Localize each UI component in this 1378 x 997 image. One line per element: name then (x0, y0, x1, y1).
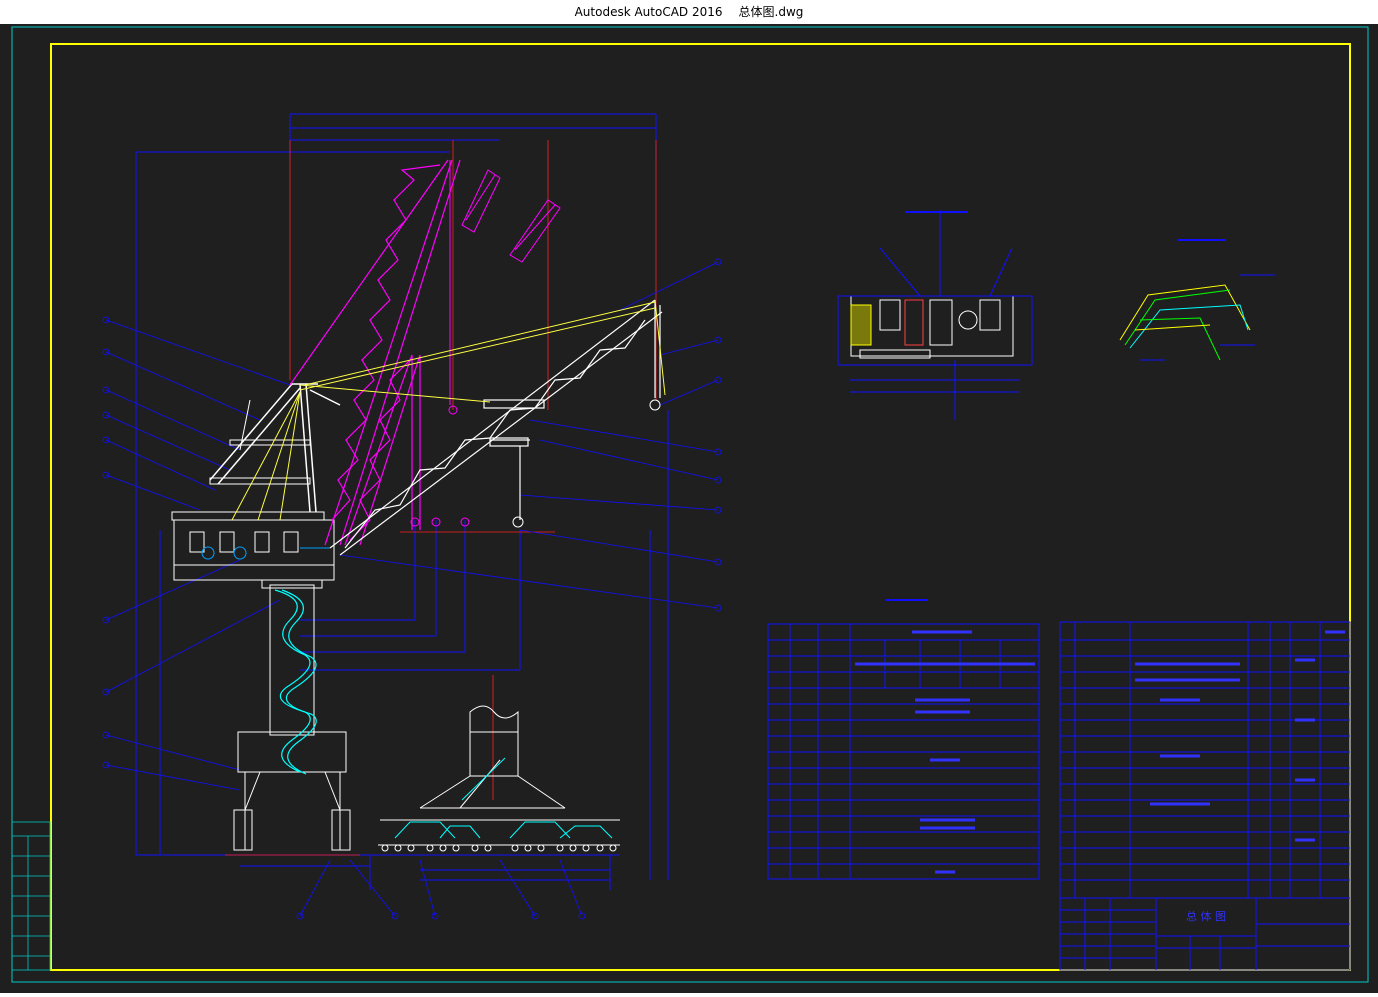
cad-drawing: 总 体 图 (11, 26, 1369, 983)
drawing-canvas[interactable]: 总 体 图 (0, 24, 1378, 993)
bogie-linkages (394, 757, 613, 839)
boom-tip-positions (449, 160, 561, 405)
window-titlebar: Autodesk AutoCAD 2016 总体图.dwg (0, 0, 1378, 24)
parameter-table (767, 599, 1040, 880)
machinery-house (171, 511, 335, 581)
app-title: Autodesk AutoCAD 2016 (574, 5, 723, 19)
title-block-name: 总 体 图 (1186, 909, 1226, 923)
file-name: 总体图.dwg (738, 5, 804, 19)
crane-column (261, 579, 323, 736)
portal-base (233, 731, 351, 851)
title-block (1059, 897, 1351, 971)
stowed-boom (289, 159, 461, 546)
working-hooks (512, 399, 661, 528)
machinery-drums (201, 546, 330, 560)
spiral-stair (274, 589, 317, 775)
plan-view (837, 210, 1033, 420)
a-frame-platforms (209, 399, 311, 485)
a-frame (209, 383, 341, 513)
outer-frame (11, 26, 1369, 983)
drawing-border (50, 43, 1351, 971)
working-boom (329, 299, 663, 556)
bogies (381, 844, 617, 852)
revision-strip (11, 821, 51, 971)
lower-crane-elevation (378, 705, 620, 846)
center-lines (225, 140, 657, 856)
boom-detail-view (1119, 239, 1275, 361)
